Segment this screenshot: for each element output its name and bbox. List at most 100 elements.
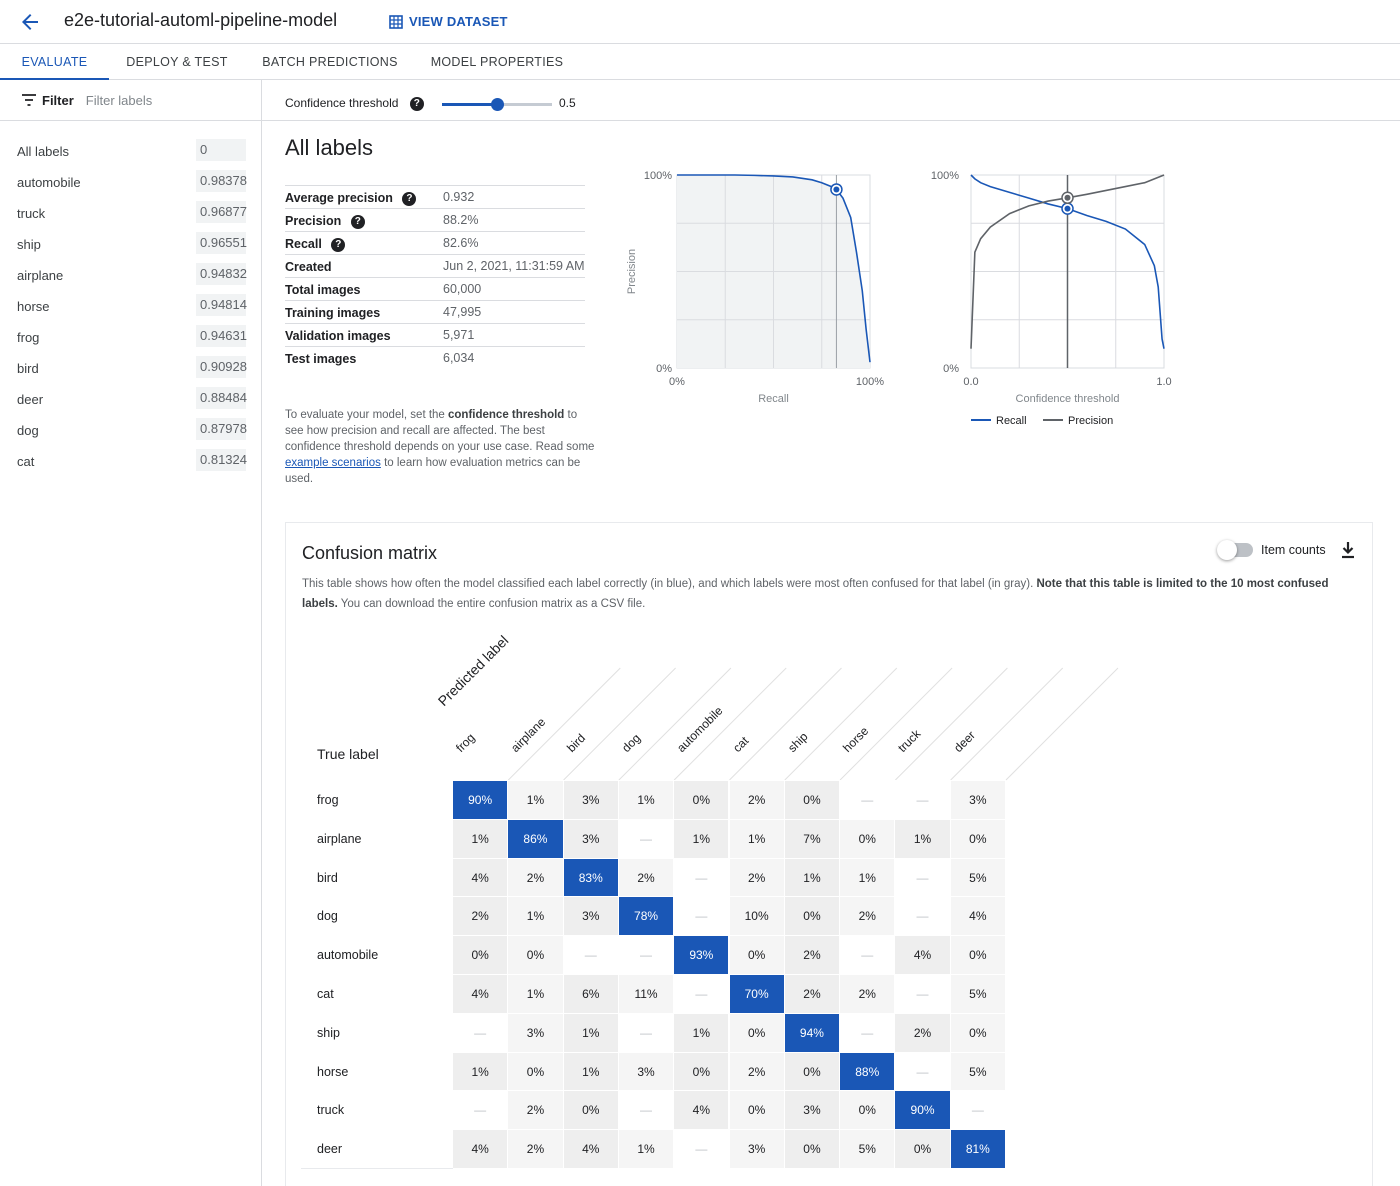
matrix-cell[interactable]: 3% [618, 1052, 675, 1092]
back-arrow-icon[interactable] [18, 10, 42, 34]
sidebar-label-item[interactable]: cat 0.81324 [0, 446, 261, 477]
matrix-cell[interactable]: 0% [729, 1013, 785, 1053]
sidebar-label-item[interactable]: ship 0.96551 [0, 229, 261, 260]
matrix-cell[interactable]: — [453, 1091, 509, 1131]
matrix-cell[interactable]: 83% [563, 858, 619, 898]
matrix-cell[interactable]: 1% [784, 858, 841, 898]
matrix-cell[interactable]: 3% [508, 1013, 564, 1053]
matrix-cell[interactable]: — [618, 1091, 675, 1131]
matrix-cell[interactable]: 1% [840, 858, 896, 898]
matrix-cell[interactable]: 2% [784, 975, 841, 1014]
view-dataset-button[interactable]: VIEW DATASET [389, 14, 508, 29]
matrix-cell[interactable]: 0% [508, 1052, 564, 1092]
matrix-cell[interactable]: 6% [563, 975, 619, 1014]
matrix-cell[interactable]: 3% [563, 819, 619, 859]
matrix-cell[interactable]: — [618, 819, 675, 859]
matrix-cell[interactable]: — [618, 936, 675, 975]
matrix-cell[interactable]: 4% [895, 936, 951, 975]
sidebar-label-item[interactable]: automobile 0.98378 [0, 167, 261, 198]
sidebar-label-item[interactable]: truck 0.96877 [0, 198, 261, 229]
matrix-cell[interactable]: 5% [950, 858, 1006, 898]
help-icon[interactable]: ? [331, 237, 346, 252]
matrix-cell[interactable]: 2% [840, 897, 896, 937]
matrix-cell[interactable]: 4% [674, 1091, 730, 1131]
matrix-cell[interactable]: 1% [895, 819, 951, 859]
matrix-cell[interactable]: 5% [950, 975, 1006, 1014]
matrix-cell[interactable]: 1% [563, 1013, 619, 1053]
matrix-cell[interactable]: 2% [508, 1091, 564, 1131]
matrix-cell[interactable]: 4% [563, 1130, 619, 1169]
threshold-slider[interactable] [442, 98, 552, 111]
matrix-cell[interactable]: 0% [784, 897, 841, 937]
matrix-cell[interactable]: 0% [784, 1130, 841, 1169]
matrix-cell[interactable]: 3% [950, 781, 1006, 820]
matrix-cell[interactable]: 0% [950, 819, 1006, 859]
matrix-cell[interactable]: 5% [950, 1052, 1006, 1092]
matrix-cell[interactable]: 1% [508, 781, 564, 820]
sidebar-label-item[interactable]: frog 0.94631 [0, 322, 261, 353]
matrix-cell[interactable]: 0% [453, 936, 509, 975]
matrix-cell[interactable]: 86% [508, 819, 564, 859]
tab-evaluate[interactable]: EVALUATE [0, 45, 109, 80]
matrix-cell[interactable]: 81% [950, 1130, 1006, 1169]
matrix-cell[interactable]: 2% [729, 858, 785, 898]
matrix-cell[interactable]: 0% [784, 781, 841, 820]
matrix-cell[interactable]: 90% [453, 781, 509, 820]
matrix-cell[interactable]: — [840, 936, 896, 975]
sidebar-label-item[interactable]: airplane 0.94832 [0, 260, 261, 291]
help-icon[interactable]: ? [402, 191, 417, 206]
matrix-cell[interactable]: 3% [784, 1091, 841, 1131]
matrix-cell[interactable]: — [674, 858, 730, 898]
matrix-cell[interactable]: 1% [729, 819, 785, 859]
matrix-cell[interactable]: 1% [674, 819, 730, 859]
matrix-cell[interactable]: 4% [453, 975, 509, 1014]
help-icon[interactable]: ? [350, 214, 365, 229]
matrix-cell[interactable]: 3% [563, 781, 619, 820]
matrix-cell[interactable]: 10% [729, 897, 785, 937]
matrix-cell[interactable]: 0% [840, 819, 896, 859]
matrix-cell[interactable]: 0% [563, 1091, 619, 1131]
matrix-cell[interactable]: — [674, 975, 730, 1014]
matrix-cell[interactable]: 11% [618, 975, 675, 1014]
matrix-cell[interactable]: 0% [950, 1013, 1006, 1053]
matrix-cell[interactable]: 0% [508, 936, 564, 975]
matrix-cell[interactable]: 0% [674, 781, 730, 820]
sidebar-label-item[interactable]: dog 0.87978 [0, 415, 261, 446]
matrix-cell[interactable]: 1% [674, 1013, 730, 1053]
sidebar-label-item[interactable]: All labels 0 [0, 136, 261, 167]
matrix-cell[interactable]: 90% [895, 1091, 951, 1131]
matrix-cell[interactable]: — [453, 1013, 509, 1053]
matrix-cell[interactable]: 0% [674, 1052, 730, 1092]
matrix-cell[interactable]: — [840, 1013, 896, 1053]
tab-batch-predictions[interactable]: BATCH PREDICTIONS [256, 45, 404, 80]
matrix-cell[interactable]: 93% [674, 936, 730, 975]
matrix-cell[interactable]: 2% [784, 936, 841, 975]
matrix-cell[interactable]: 0% [784, 1052, 841, 1092]
matrix-cell[interactable]: — [895, 858, 951, 898]
matrix-cell[interactable]: 0% [840, 1091, 896, 1131]
matrix-cell[interactable]: 2% [840, 975, 896, 1014]
matrix-cell[interactable]: 0% [950, 936, 1006, 975]
sidebar-label-item[interactable]: horse 0.94814 [0, 291, 261, 322]
matrix-cell[interactable]: — [950, 1091, 1006, 1131]
matrix-cell[interactable]: 1% [508, 975, 564, 1014]
matrix-cell[interactable]: — [895, 781, 951, 820]
matrix-cell[interactable]: 2% [453, 897, 509, 937]
matrix-cell[interactable]: 2% [508, 858, 564, 898]
matrix-cell[interactable]: 4% [950, 897, 1006, 937]
matrix-cell[interactable]: 1% [508, 897, 564, 937]
matrix-cell[interactable]: — [895, 897, 951, 937]
matrix-cell[interactable]: 1% [453, 819, 509, 859]
matrix-cell[interactable]: 2% [895, 1013, 951, 1053]
matrix-cell[interactable]: 94% [784, 1013, 841, 1053]
matrix-cell[interactable]: 1% [618, 1130, 675, 1169]
matrix-cell[interactable]: 1% [563, 1052, 619, 1092]
matrix-cell[interactable]: — [563, 936, 619, 975]
matrix-cell[interactable]: 2% [618, 858, 675, 898]
help-icon[interactable]: ? [409, 96, 424, 111]
filter-input[interactable]: Filter labels [86, 93, 152, 108]
matrix-cell[interactable]: 5% [840, 1130, 896, 1169]
sidebar-label-item[interactable]: bird 0.90928 [0, 353, 261, 384]
matrix-cell[interactable]: 3% [563, 897, 619, 937]
matrix-cell[interactable]: 2% [508, 1130, 564, 1169]
